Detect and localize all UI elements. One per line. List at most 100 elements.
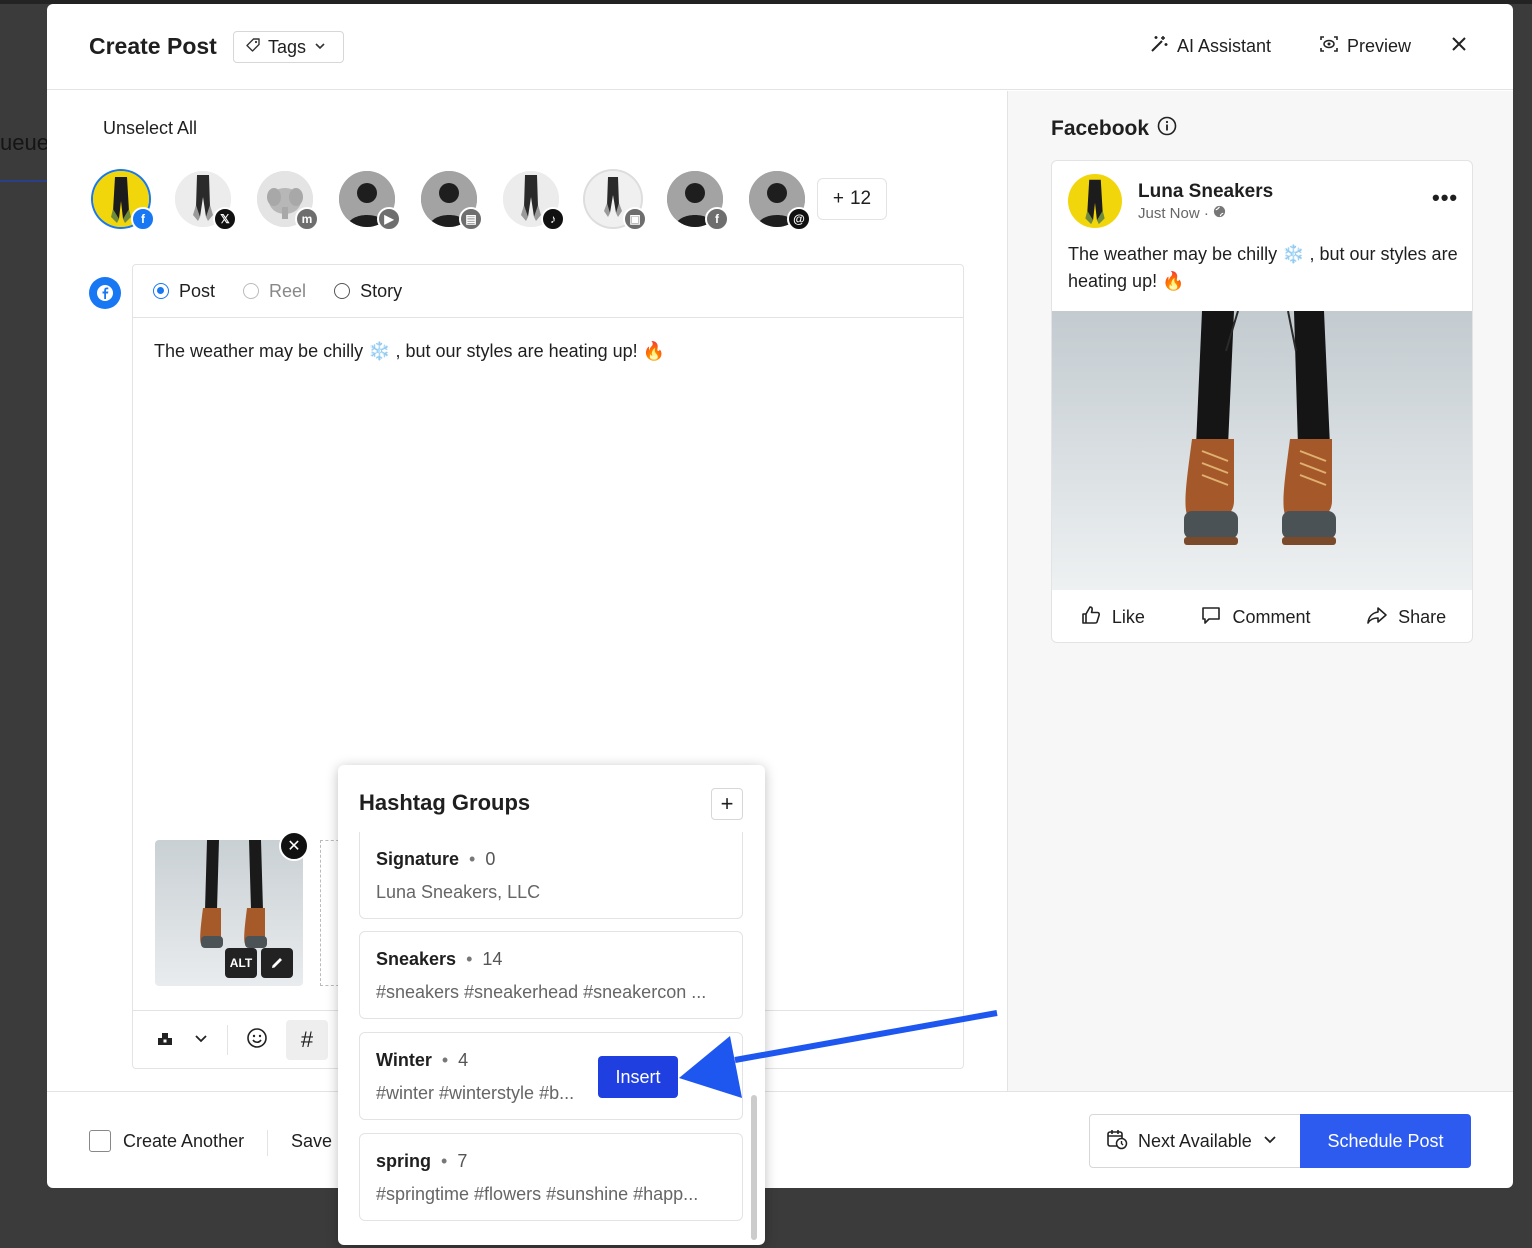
preview-network-label: Facebook (1051, 117, 1150, 140)
post-type-post[interactable]: Post (153, 281, 215, 302)
footer-divider (267, 1130, 268, 1156)
group-name: spring (376, 1151, 432, 1171)
tags-button[interactable]: Tags (233, 31, 344, 63)
threads-icon: @ (787, 207, 811, 231)
facebook-icon: f (705, 207, 729, 231)
edit-media-icon[interactable] (261, 948, 293, 978)
thumbs-up-icon (1080, 604, 1102, 631)
tags-label: Tags (268, 36, 307, 57)
group-content: #springtime #flowers #sunshine #happ... (376, 1184, 699, 1204)
checkbox-box (89, 1130, 111, 1152)
hashtag-group-item[interactable]: Signature • 0 Luna Sneakers, LLC (359, 832, 743, 919)
more-accounts-count: 12 (849, 188, 872, 209)
post-type-label: Story (360, 280, 403, 301)
create-another-label: Create Another (123, 1130, 245, 1151)
separator-dot: • (441, 1050, 449, 1070)
post-type-reel[interactable]: Reel (243, 281, 306, 302)
create-post-modal: Create Post Tags AI Assistant Preview Un… (47, 4, 1513, 1188)
preview-label: Preview (1347, 36, 1412, 56)
post-text-area[interactable]: The weather may be chilly ❄️ , but our s… (154, 341, 665, 362)
background-tab-underline (0, 180, 48, 182)
post-type-label: Post (179, 280, 216, 301)
group-header: Signature • 0 (376, 849, 726, 870)
account-avatar-x[interactable]: 𝕏 (175, 171, 237, 231)
group-name: Sneakers (376, 949, 457, 969)
group-header: spring • 7 (376, 1151, 726, 1172)
emoji-icon[interactable] (246, 1027, 268, 1054)
facebook-icon: f (131, 207, 155, 231)
youtube-icon: ▶ (377, 207, 401, 231)
hashtag-group-item[interactable]: spring • 7 #springtime #flowers #sunshin… (359, 1133, 743, 1221)
hashtag-icon[interactable]: # (286, 1020, 328, 1060)
preview-timestamp: Just Now · (1138, 205, 1209, 222)
chevron-down-icon (313, 37, 327, 58)
popover-scrollbar[interactable] (751, 1095, 757, 1240)
media-library-icon[interactable] (155, 1028, 175, 1053)
preview-button[interactable]: Preview (1319, 34, 1411, 59)
preview-network-title: Facebook (1051, 116, 1177, 142)
like-label: Like (1111, 606, 1145, 627)
group-content: #sneakers #sneakerhead #sneakercon ... (376, 982, 707, 1002)
tag-icon (245, 37, 261, 58)
separator-dot: • (469, 849, 476, 869)
next-available-dropdown[interactable]: Next Available (1089, 1114, 1301, 1168)
group-name: Signature (376, 849, 460, 869)
toolbar-divider (227, 1025, 228, 1055)
account-avatar-mastodon[interactable]: m (257, 171, 319, 231)
remove-media-icon[interactable]: ✕ (279, 831, 309, 861)
store-icon: ▤ (459, 207, 483, 231)
radio-selected (153, 283, 169, 299)
modal-title: Create Post (89, 33, 217, 59)
comment-button: Comment (1200, 604, 1311, 631)
mastodon-icon: m (295, 207, 319, 231)
group-count: 4 (458, 1050, 469, 1070)
globe-icon (1213, 205, 1226, 222)
modal-header: Create Post Tags AI Assistant Preview (47, 4, 1513, 90)
share-icon (1366, 604, 1388, 631)
share-label: Share (1398, 606, 1447, 627)
account-avatar-tiktok[interactable]: ♪ (503, 171, 565, 231)
calendar-clock-icon (1106, 1128, 1128, 1155)
account-avatar-facebook[interactable]: f (93, 171, 155, 231)
chevron-down-icon[interactable] (193, 1030, 209, 1051)
hashtag-group-item[interactable]: Winter • 4 #winter #winterstyle #b... (359, 1032, 743, 1120)
insert-button[interactable]: Insert (598, 1056, 678, 1098)
save-button[interactable]: Save I (291, 1131, 342, 1152)
group-header: Sneakers • 14 (376, 949, 726, 970)
add-group-button[interactable]: + (711, 788, 743, 820)
next-available-label: Next Available (1138, 1130, 1252, 1151)
more-options-icon[interactable]: ••• (1432, 185, 1458, 211)
schedule-post-button[interactable]: Schedule Post (1300, 1114, 1471, 1168)
radio-disabled (243, 283, 260, 299)
info-icon[interactable] (1157, 116, 1177, 142)
create-another-checkbox[interactable]: Create Another (89, 1130, 244, 1152)
preview-icon (1319, 34, 1339, 59)
post-type-selector: Post Reel Story (133, 265, 963, 318)
post-type-story[interactable]: Story (334, 281, 402, 302)
plus-icon: + (832, 188, 844, 209)
ai-assistant-button[interactable]: AI Assistant (1149, 34, 1271, 59)
preview-timestamp-row: Just Now · (1138, 205, 1226, 222)
alt-text-button[interactable]: ALT (225, 948, 257, 978)
account-avatar-youtube[interactable]: ▶ (339, 171, 401, 231)
more-accounts-button[interactable]: + 12 (817, 178, 887, 220)
account-avatar-google-business[interactable]: ▤ (421, 171, 483, 231)
share-button: Share (1366, 604, 1446, 631)
like-button: Like (1080, 604, 1145, 631)
hashtag-group-item[interactable]: Sneakers • 14 #sneakers #sneakerhead #sn… (359, 931, 743, 1019)
document-icon: ▣ (623, 207, 647, 231)
unselect-all-link[interactable]: Unselect All (103, 118, 197, 139)
account-avatar-facebook-2[interactable]: f (667, 171, 729, 231)
ai-assistant-label: AI Assistant (1177, 36, 1272, 56)
group-count: 0 (485, 849, 496, 869)
plus-icon: + (720, 791, 734, 816)
hashtag-groups-popover: Hashtag Groups + Signature • 0 Luna Snea… (338, 765, 765, 1245)
account-avatar-threads[interactable]: @ (749, 171, 811, 231)
preview-actions: Like Comment Share (1052, 591, 1472, 642)
close-icon[interactable] (1449, 34, 1469, 60)
group-content: #winter #winterstyle #b... (376, 1083, 575, 1103)
preview-image (1052, 310, 1472, 590)
popover-title: Hashtag Groups (359, 790, 531, 815)
background-queue-tab: ueue (0, 130, 49, 155)
account-avatar-pinterest[interactable]: ▣ (585, 171, 647, 231)
